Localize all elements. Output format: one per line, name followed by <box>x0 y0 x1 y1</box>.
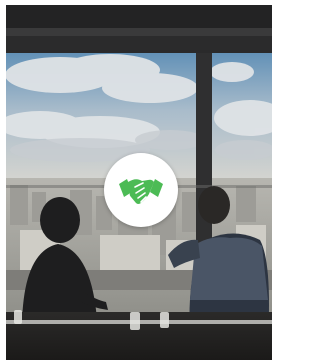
office-window-photo-card <box>0 0 272 360</box>
handshake-badge <box>104 153 178 227</box>
handshake-icon <box>118 173 164 207</box>
